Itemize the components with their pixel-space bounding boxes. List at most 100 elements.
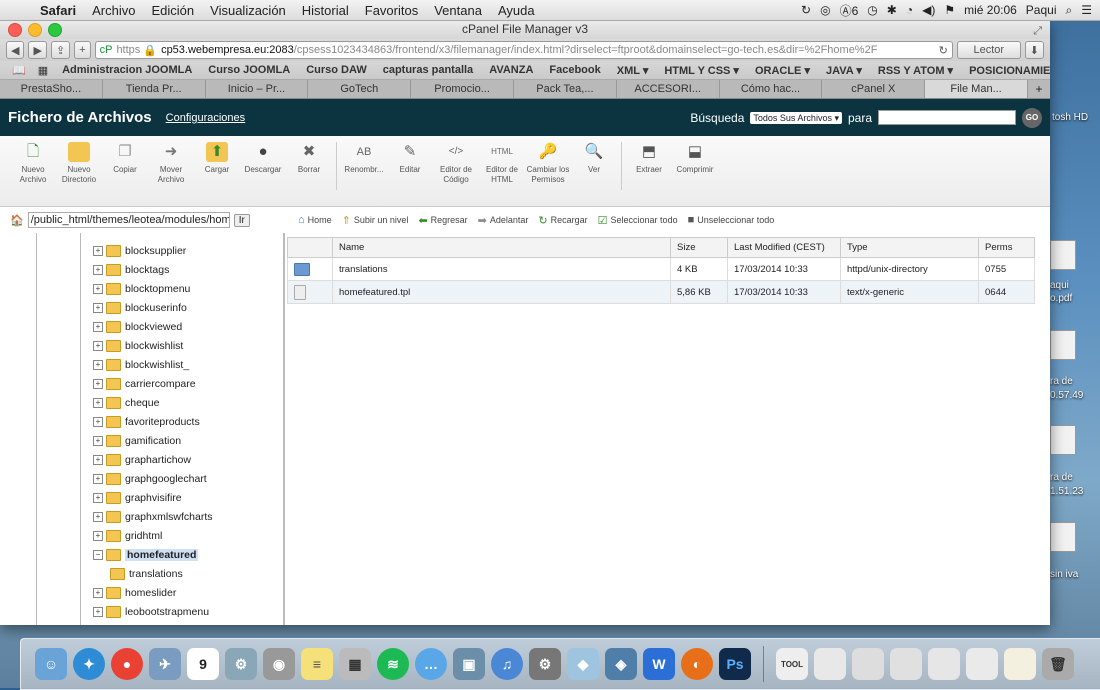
reload-action[interactable]: ↻ Recargar bbox=[538, 214, 587, 227]
downloads-button[interactable]: ⬇ bbox=[1024, 41, 1044, 59]
tree-folder[interactable]: + blockwishlist_ bbox=[93, 355, 189, 374]
expand-icon[interactable]: + bbox=[93, 454, 103, 465]
expand-icon[interactable]: + bbox=[93, 473, 103, 484]
tree-folder[interactable]: + gamification bbox=[93, 431, 181, 450]
search-input[interactable] bbox=[878, 110, 1016, 125]
virtualbox-icon[interactable]: ◆ bbox=[567, 648, 599, 680]
spotify-icon[interactable]: ≋ bbox=[377, 648, 409, 680]
move-button[interactable]: ➜ Mover Archivo bbox=[148, 142, 194, 185]
collapse-icon[interactable]: − bbox=[93, 549, 103, 560]
go-path-button[interactable]: Ir bbox=[233, 213, 250, 227]
tree-folder[interactable]: + blockuserinfo bbox=[93, 298, 187, 317]
cell-perms[interactable]: 0644 bbox=[978, 280, 1035, 304]
safari-icon[interactable]: ✦ bbox=[73, 648, 105, 680]
expand-icon[interactable]: + bbox=[93, 397, 103, 408]
bookmark-item[interactable]: Curso JOOMLA bbox=[200, 64, 298, 76]
expand-icon[interactable]: + bbox=[93, 321, 103, 332]
tool-document-icon[interactable]: TOOL bbox=[776, 648, 808, 680]
copy-button[interactable]: ❐ Copiar bbox=[102, 142, 148, 175]
bookmark-item[interactable]: HTML Y CSS ▾ bbox=[656, 64, 747, 77]
dock-document-icon[interactable] bbox=[890, 648, 922, 680]
edit-button[interactable]: ✎ Editar bbox=[387, 142, 433, 175]
desktop-hd-label[interactable]: tosh HD bbox=[1052, 112, 1088, 123]
system-prefs-icon[interactable]: ⚙ bbox=[225, 648, 257, 680]
expand-icon[interactable]: + bbox=[93, 302, 103, 313]
extract-button[interactable]: ⬒ Extraer bbox=[626, 142, 672, 175]
tab[interactable]: ACCESORI... bbox=[617, 80, 720, 98]
tree-folder[interactable]: + graphvisifire bbox=[93, 488, 182, 507]
cell-name[interactable]: homefeatured.tpl bbox=[332, 280, 671, 304]
calculator-icon[interactable]: ▦ bbox=[339, 648, 371, 680]
tree-folder[interactable]: +leocamera bbox=[93, 621, 174, 625]
calendar-icon[interactable]: 9 bbox=[187, 648, 219, 680]
bookmark-item[interactable]: RSS Y ATOM ▾ bbox=[870, 64, 961, 77]
menu-ventana[interactable]: Ventana bbox=[426, 3, 490, 18]
tree-folder[interactable]: + graphgooglechart bbox=[93, 469, 207, 488]
tree-folder[interactable]: + homeslider bbox=[93, 583, 176, 602]
permissions-button[interactable]: 🔑 Cambiar los Permisos bbox=[525, 142, 571, 185]
spotlight-icon[interactable]: ⌕ bbox=[1066, 3, 1073, 18]
trash-icon[interactable]: 🗑 bbox=[1042, 648, 1074, 680]
select-all-action[interactable]: ☑ Seleccionar todo bbox=[598, 214, 678, 227]
go-button[interactable]: GO bbox=[1022, 107, 1042, 128]
desktop-screenshot-icon[interactable] bbox=[1050, 330, 1076, 360]
bluetooth-icon[interactable]: ✱ bbox=[887, 3, 897, 17]
stickies-icon[interactable]: ≡ bbox=[301, 648, 333, 680]
expand-icon[interactable]: + bbox=[93, 587, 103, 598]
bookmark-item[interactable]: ORACLE ▾ bbox=[747, 64, 818, 77]
tree-folder[interactable]: + gridhtml bbox=[93, 526, 162, 545]
back-action[interactable]: ⬅ Regresar bbox=[418, 214, 467, 227]
new-folder-button[interactable]: Nuevo Directorio bbox=[56, 142, 102, 185]
code-editor-button[interactable]: </> Editor de Código bbox=[433, 142, 479, 185]
tab[interactable]: PrestaSho... bbox=[0, 80, 103, 98]
photos-app-icon[interactable]: ✈ bbox=[149, 648, 181, 680]
search-scope-select[interactable]: Todos Sus Archivos ▾ bbox=[750, 111, 842, 124]
html-editor-button[interactable]: HTML Editor de HTML bbox=[479, 142, 525, 185]
tab[interactable]: Tienda Pr... bbox=[103, 80, 206, 98]
expand-icon[interactable]: + bbox=[93, 245, 103, 256]
clock[interactable]: mié 20:06 bbox=[964, 3, 1017, 17]
home-action[interactable]: ⌂ Home bbox=[298, 214, 332, 226]
expand-icon[interactable]: + bbox=[93, 264, 103, 275]
menu-visualizacion[interactable]: Visualización bbox=[202, 3, 294, 18]
expand-icon[interactable]: + bbox=[93, 416, 103, 427]
reader-button[interactable]: Lector bbox=[956, 41, 1021, 59]
tab[interactable]: Inicio – Pr... bbox=[206, 80, 309, 98]
messages-icon[interactable]: … bbox=[415, 648, 447, 680]
tree-folder[interactable]: + blocktags bbox=[93, 260, 169, 279]
download-button[interactable]: ● Descargar bbox=[240, 142, 286, 175]
user-name[interactable]: Paqui bbox=[1026, 3, 1057, 17]
tree-subfolder[interactable]: translations bbox=[110, 564, 183, 583]
chrome-icon[interactable]: ● bbox=[111, 648, 143, 680]
bookmark-item[interactable]: Facebook bbox=[541, 64, 608, 76]
unselect-all-action[interactable]: ■ Unseleccionar todo bbox=[688, 214, 775, 226]
new-file-button[interactable]: 🗋 Nuevo Archivo bbox=[10, 142, 56, 185]
photoshop-icon[interactable]: Ps bbox=[719, 648, 751, 680]
forward-action[interactable]: ➡ Adelantar bbox=[478, 214, 529, 227]
itunes-icon[interactable]: ♫ bbox=[491, 648, 523, 680]
menu-edicion[interactable]: Edición bbox=[144, 3, 203, 18]
fullscreen-icon[interactable]: ⤢ bbox=[1033, 22, 1042, 41]
tab[interactable]: cPanel X bbox=[822, 80, 926, 98]
tree-folder[interactable]: + favoriteproducts bbox=[93, 412, 200, 431]
menu-historial[interactable]: Historial bbox=[294, 3, 357, 18]
preview-icon[interactable]: ▣ bbox=[453, 648, 485, 680]
tree-folder[interactable]: + carriercompare bbox=[93, 374, 196, 393]
tab[interactable]: Pack Tea,... bbox=[514, 80, 617, 98]
tree-folder[interactable]: + blockviewed bbox=[93, 317, 182, 336]
zoom-window-button[interactable] bbox=[48, 23, 62, 37]
expand-icon[interactable]: + bbox=[93, 378, 103, 389]
bookmark-item[interactable]: capturas pantalla bbox=[375, 64, 481, 76]
column-header-name[interactable]: Name bbox=[332, 237, 671, 258]
top-sites-icon[interactable]: ▦ bbox=[32, 64, 54, 77]
table-row[interactable]: translations 4 KB 17/03/2014 10:33 httpd… bbox=[287, 257, 1035, 281]
add-tab-icon[interactable]: + bbox=[1028, 80, 1050, 98]
tree-folder[interactable]: + graphartichow bbox=[93, 450, 191, 469]
expand-icon[interactable]: + bbox=[93, 283, 103, 294]
tree-folder[interactable]: − homefeatured bbox=[93, 545, 199, 564]
settings-icon[interactable]: ⚙ bbox=[529, 648, 561, 680]
menu-ayuda[interactable]: Ayuda bbox=[490, 3, 543, 18]
desktop-doc-icon[interactable] bbox=[1050, 522, 1076, 552]
tab[interactable]: Cómo hac... bbox=[720, 80, 823, 98]
column-header-type[interactable]: Type bbox=[840, 237, 979, 258]
